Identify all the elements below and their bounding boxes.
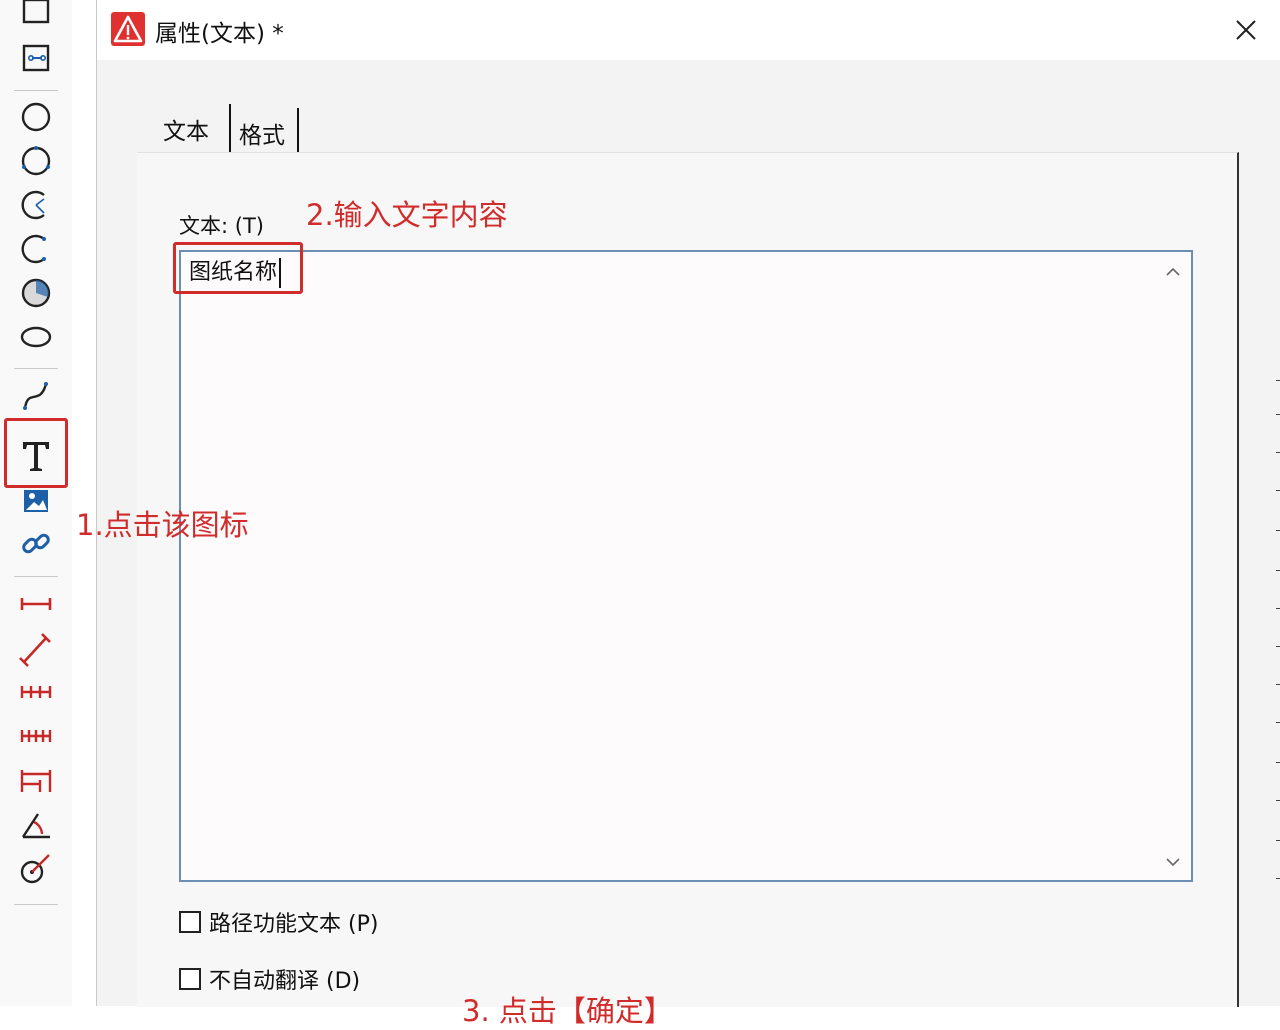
text-input[interactable]: 图纸名称 — [179, 250, 1193, 882]
close-button[interactable] — [1223, 12, 1269, 48]
annotation-step3: 3. 点击【确定】 — [462, 994, 673, 1028]
circle-3point-icon[interactable] — [13, 141, 59, 181]
circle-icon[interactable] — [13, 97, 59, 137]
dim-chain-icon[interactable] — [13, 672, 59, 712]
text-field-label: 文本: (T) — [179, 214, 264, 238]
ellipse-icon[interactable] — [13, 317, 59, 357]
rectangle-icon[interactable] — [13, 0, 59, 34]
scroll-down-button[interactable] — [1161, 850, 1185, 874]
arc-icon[interactable] — [13, 185, 59, 225]
dialog-title: 属性(文本) * — [155, 21, 284, 47]
properties-dialog: 属性(文本) * 文本 格式 文本: (T) 图纸名称 路径功能文本 (P) 不… — [96, 0, 1280, 1007]
annotation-step1: 1.点击该图标 — [76, 508, 249, 542]
annotation-step2: 2.输入文字内容 — [306, 198, 508, 232]
dim-linear-icon[interactable] — [13, 584, 59, 624]
dim-aligned-icon[interactable] — [13, 628, 59, 668]
path-text-label: 路径功能文本 (P) — [209, 912, 379, 937]
title-bar: 属性(文本) * — [97, 0, 1280, 60]
tab-text[interactable]: 文本 — [153, 104, 231, 154]
link-icon[interactable] — [13, 524, 59, 564]
checkbox-box[interactable] — [179, 968, 201, 990]
chevron-up-icon — [1166, 267, 1180, 276]
arc-3point-icon[interactable] — [13, 229, 59, 269]
close-icon — [1236, 20, 1256, 40]
spline-icon[interactable] — [13, 376, 59, 416]
sector-icon[interactable] — [13, 273, 59, 313]
chevron-down-icon — [1166, 858, 1180, 867]
no-auto-translate-checkbox[interactable]: 不自动翻译 (D) — [179, 963, 360, 995]
rect-connector-icon[interactable] — [13, 38, 59, 78]
dim-angle-icon[interactable] — [13, 804, 59, 844]
no-auto-translate-label: 不自动翻译 (D) — [209, 969, 361, 994]
drawing-toolbar — [0, 0, 72, 1006]
path-text-checkbox[interactable]: 路径功能文本 (P) — [179, 906, 378, 938]
dim-radius-icon[interactable] — [13, 848, 59, 888]
highlight-text-input — [173, 242, 303, 294]
dim-baseline-icon[interactable] — [13, 760, 59, 800]
dim-continuous-icon[interactable] — [13, 716, 59, 756]
highlight-text-tool — [4, 418, 68, 488]
checkbox-box[interactable] — [179, 911, 201, 933]
tab-format[interactable]: 格式 — [233, 108, 299, 158]
app-logo-icon — [111, 12, 145, 46]
scroll-up-button[interactable] — [1161, 260, 1185, 284]
